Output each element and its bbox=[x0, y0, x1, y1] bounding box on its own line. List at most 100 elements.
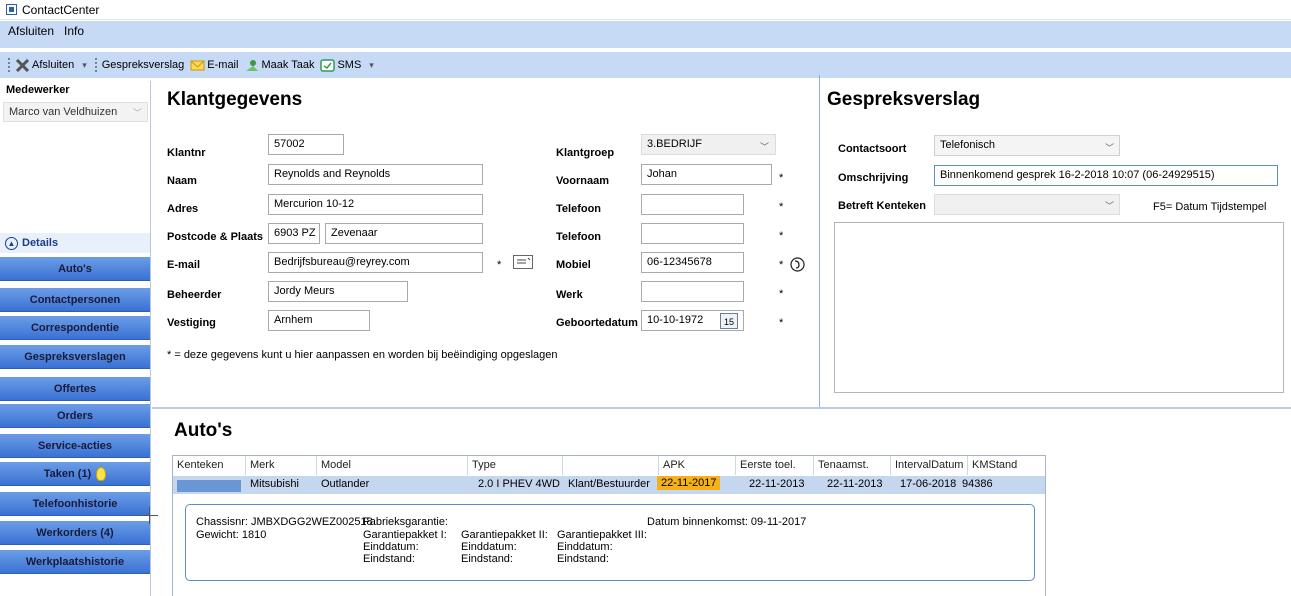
model-cell: Outlander bbox=[321, 478, 370, 490]
auto-detail-panel: Chassisnr: JMBXDGG2WEZ002518 Gewicht: 18… bbox=[185, 504, 1035, 581]
telefoon2-label: Telefoon bbox=[556, 231, 602, 243]
klantgroep-chevron-icon: ﹀ bbox=[760, 142, 770, 152]
sms-button[interactable]: SMS bbox=[320, 58, 361, 72]
email-label-field: E-mail bbox=[167, 259, 201, 271]
geboortedatum-editable-star: * bbox=[779, 317, 784, 329]
verslag-textarea[interactable] bbox=[834, 222, 1284, 393]
col-model[interactable]: Model bbox=[317, 456, 468, 475]
kenteken-cell[interactable] bbox=[177, 480, 241, 492]
nav-taken-label: Taken (1) bbox=[43, 467, 92, 480]
col-type[interactable]: Type bbox=[468, 456, 563, 475]
apk-cell-wrap: 22-11-2017 bbox=[657, 476, 721, 490]
einddatum-3: Einddatum: bbox=[557, 541, 613, 553]
task-person-icon bbox=[246, 59, 259, 71]
col-rol[interactable] bbox=[563, 456, 659, 475]
toolbar-grip-2[interactable] bbox=[94, 58, 98, 72]
autos-title: Auto's bbox=[174, 420, 233, 441]
werk-field[interactable] bbox=[641, 281, 744, 302]
fabrieksgarantie: Fabrieksgarantie: bbox=[363, 516, 448, 528]
klantgroep-select[interactable]: 3.BEDRIJF bbox=[641, 134, 776, 155]
menu-info[interactable]: Info bbox=[64, 24, 84, 38]
apk-cell: 22-11-2017 bbox=[657, 476, 721, 490]
chevron-down-icon: ﹀ bbox=[132, 107, 142, 118]
nav-taken[interactable]: Taken (1) bbox=[0, 462, 150, 486]
omschrijving-field[interactable]: Binnenkomend gesprek 16-2-2018 10:07 (06… bbox=[934, 165, 1278, 186]
toolbar-overflow-icon-2[interactable]: ▾ bbox=[369, 60, 374, 71]
panel-divider-horizontal[interactable] bbox=[152, 407, 1291, 409]
gespreksverslag-label: Gespreksverslag bbox=[101, 59, 185, 71]
nav-werkorders[interactable]: Werkorders (4) bbox=[0, 521, 150, 545]
eindstand-2: Eindstand: bbox=[461, 553, 513, 565]
adres-field[interactable]: Mercurion 10-12 bbox=[268, 194, 483, 215]
collapse-up-icon[interactable]: ▲ bbox=[5, 236, 18, 250]
telefoon2-editable-star: * bbox=[779, 230, 784, 242]
toolbar-grip[interactable] bbox=[8, 58, 11, 72]
voornaam-label: Voornaam bbox=[556, 175, 609, 187]
postcode-field[interactable]: 6903 PZ bbox=[268, 223, 320, 244]
mobiel-field[interactable]: 06-12345678 bbox=[641, 252, 744, 273]
col-intervaldatum[interactable]: IntervalDatum bbox=[891, 456, 968, 475]
nav-service-acties[interactable]: Service-acties bbox=[0, 434, 150, 458]
col-apk[interactable]: APK bbox=[659, 456, 736, 475]
mobiel-label: Mobiel bbox=[556, 259, 591, 271]
email-button[interactable]: E-mail bbox=[190, 59, 238, 72]
telefoon2-field[interactable] bbox=[641, 223, 744, 244]
email-field[interactable]: Bedrijfsbureau@reyrey.com bbox=[268, 252, 483, 273]
naam-field[interactable]: Reynolds and Reynolds bbox=[268, 164, 483, 185]
menu-afsluiten[interactable]: Afsluiten bbox=[8, 24, 54, 38]
kenteken-select[interactable] bbox=[934, 194, 1120, 215]
medewerker-value: Marco van Veldhuizen bbox=[9, 106, 118, 118]
datum-binnenkomst: Datum binnenkomst: 09-11-2017 bbox=[647, 516, 807, 528]
beheerder-label: Beheerder bbox=[167, 289, 222, 301]
einddatum-2: Einddatum: bbox=[461, 541, 517, 553]
garantiepakket-2: Garantiepakket II: bbox=[461, 529, 548, 541]
gespreksverslag-button[interactable]: Gespreksverslag bbox=[102, 59, 185, 71]
email-compose-icon[interactable] bbox=[513, 255, 533, 269]
contactsoort-value: Telefonisch bbox=[940, 139, 996, 151]
telefoon1-editable-star: * bbox=[779, 201, 784, 213]
telefoon1-label: Telefoon bbox=[556, 203, 602, 215]
email-label: E-mail bbox=[207, 59, 239, 71]
nav-telefoonhistorie[interactable]: Telefoonhistorie bbox=[0, 492, 150, 516]
voornaam-field[interactable]: Johan bbox=[641, 164, 772, 185]
toolbar-overflow-icon[interactable]: ▾ bbox=[82, 60, 87, 71]
nav-contactpersonen[interactable]: Contactpersonen bbox=[0, 288, 150, 312]
phone-dial-icon[interactable] bbox=[790, 257, 805, 272]
calendar-icon[interactable]: 15 bbox=[720, 313, 738, 329]
klantnr-field[interactable]: 57002 bbox=[268, 134, 344, 155]
menu-bar: Afsluiten Info bbox=[0, 21, 1291, 48]
eindstand-3: Eindstand: bbox=[557, 553, 609, 565]
col-merk[interactable]: Merk bbox=[246, 456, 317, 475]
nav-autos[interactable]: Auto's bbox=[0, 257, 150, 281]
edit-note: * = deze gegevens kunt u hier aanpassen … bbox=[167, 349, 558, 361]
adres-label: Adres bbox=[167, 203, 199, 215]
eindstand-1: Eindstand: bbox=[363, 553, 415, 565]
beheerder-field[interactable]: Jordy Meurs bbox=[268, 281, 408, 302]
panel-divider-vertical bbox=[819, 75, 820, 407]
nav-gespreksverslagen[interactable]: Gespreksverslagen bbox=[0, 345, 150, 369]
details-header[interactable]: ▲ Details bbox=[0, 233, 150, 253]
maak-taak-button[interactable]: Maak Taak bbox=[244, 59, 314, 72]
vestiging-field[interactable]: Arnhem bbox=[268, 310, 370, 331]
intervaldatum-cell: 17-06-2018 bbox=[900, 478, 957, 490]
maak-taak-label: Maak Taak bbox=[261, 59, 315, 71]
plaats-field[interactable]: Zevenaar bbox=[325, 223, 483, 244]
move-cursor-icon bbox=[141, 507, 158, 524]
eerste-toel-cell: 22-11-2013 bbox=[749, 478, 805, 490]
contactsoort-select[interactable]: Telefonisch bbox=[934, 135, 1120, 156]
afsluiten-button[interactable]: Afsluiten bbox=[15, 58, 74, 72]
nav-orders[interactable]: Orders bbox=[0, 404, 150, 428]
medewerker-select[interactable]: Marco van Veldhuizen ﹀ bbox=[3, 102, 148, 122]
col-tenaamst[interactable]: Tenaamst. bbox=[814, 456, 891, 475]
kmstand-cell: 94386 bbox=[962, 478, 993, 490]
garantiepakket-3: Garantiepakket III: bbox=[557, 529, 647, 541]
telefoon1-field[interactable] bbox=[641, 194, 744, 215]
col-kmstand[interactable]: KMStand bbox=[968, 456, 1046, 475]
contactsoort-label: Contactsoort bbox=[838, 143, 907, 155]
close-x-icon bbox=[15, 58, 30, 72]
nav-correspondentie[interactable]: Correspondentie bbox=[0, 316, 150, 340]
nav-offertes[interactable]: Offertes bbox=[0, 377, 150, 401]
col-eerste-toel[interactable]: Eerste toel. bbox=[736, 456, 814, 475]
nav-werkplaatshistorie[interactable]: Werkplaatshistorie bbox=[0, 550, 150, 574]
col-kenteken[interactable]: Kenteken bbox=[173, 456, 246, 475]
